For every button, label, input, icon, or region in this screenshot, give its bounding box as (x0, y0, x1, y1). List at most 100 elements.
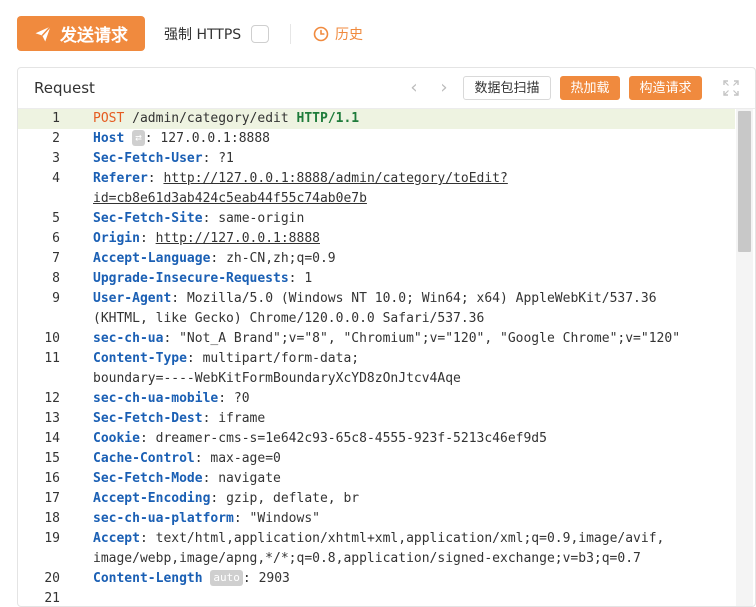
header-name: User-Agent (93, 291, 172, 306)
editor-line[interactable]: 12 sec-ch-ua-mobile: ?0 (18, 389, 735, 409)
editor-line[interactable]: 13 Sec-Fetch-Dest: iframe (18, 409, 735, 429)
line-number: 20 (44, 571, 60, 586)
header-name: Origin (93, 231, 140, 246)
editor-line[interactable]: 5 Sec-Fetch-Site: same-origin (18, 209, 735, 229)
header-value: 127.0.0.1:8888 (160, 131, 270, 146)
force-https-label: 强制 HTTPS (164, 27, 242, 43)
header-name: Accept-Language (93, 251, 211, 266)
header-badge: auto (210, 570, 243, 586)
editor-line[interactable]: 9 User-Agent: Mozilla/5.0 (Windows NT 10.… (18, 289, 735, 309)
line-content: Origin: http://127.0.0.1:8888 (93, 231, 320, 246)
editor-line[interactable]: 1 POST /admin/category/edit HTTP/1.1 (18, 109, 735, 129)
line-content: Referer: http://127.0.0.1:8888/admin/cat… (93, 171, 508, 186)
header-value: iframe (218, 411, 266, 426)
editor-line[interactable]: 7 Accept-Language: zh-CN,zh;q=0.9 (18, 249, 735, 269)
header-value: Mozilla/5.0 (Windows NT 10.0; Win64; x64… (186, 291, 657, 306)
editor-line[interactable]: 15 Cache-Control: max-age=0 (18, 449, 735, 469)
clock-icon (313, 26, 329, 42)
header-badge: ⇄ (132, 130, 145, 146)
header-name: Host (93, 131, 125, 146)
header-name: Cache-Control (93, 451, 195, 466)
line-content: Content-Type: multipart/form-data; (93, 351, 360, 366)
panel-title: Request (34, 79, 95, 97)
header-value: same-origin (218, 211, 305, 226)
editor-line[interactable]: 11 Content-Type: multipart/form-data; (18, 349, 735, 369)
line-number: 19 (44, 531, 60, 546)
line-number: 2 (52, 131, 60, 146)
header-value: http://127.0.0.1:8888 (155, 231, 320, 246)
editor-line[interactable]: 19 Accept: text/html,application/xhtml+xm… (18, 529, 735, 549)
hot-load-button[interactable]: 热加载 (560, 76, 620, 100)
editor-line[interactable]: 4 Referer: http://127.0.0.1:8888/admin/ca… (18, 169, 735, 189)
header-value: dreamer-cms-s=1e642c93-65c8-4555-923f-52… (155, 431, 547, 446)
line-number: 9 (52, 291, 60, 306)
header-name: Accept-Encoding (93, 491, 211, 506)
header-value-continued: image/webp,image/apng,*/*;q=0.8,applicat… (93, 551, 641, 566)
force-https-option[interactable]: 强制 HTTPS (164, 22, 270, 46)
header-name: Content-Length (93, 571, 203, 586)
header-name: Referer (93, 171, 148, 186)
header-value: ?0 (233, 391, 250, 406)
header-name: Sec-Fetch-Site (93, 211, 203, 226)
line-number: 6 (52, 231, 60, 246)
line-content: image/webp,image/apng,*/*;q=0.8,applicat… (93, 549, 735, 569)
editor-line[interactable]: image/webp,image/apng,*/*;q=0.8,applicat… (18, 549, 735, 569)
editor-scrollbar[interactable] (736, 109, 753, 606)
header-value-continued: id=cb8e61d3ab424c5eab44f55c74ab0e7b (93, 191, 367, 206)
header-value: "Windows" (249, 511, 320, 526)
editor-line[interactable]: 18 sec-ch-ua-platform: "Windows" (18, 509, 735, 529)
header-value: zh-CN,zh;q=0.9 (226, 251, 336, 266)
editor-line[interactable]: 14 Cookie: dreamer-cms-s=1e642c93-65c8-45… (18, 429, 735, 449)
header-name: Accept (93, 531, 140, 546)
send-request-button[interactable]: 发送请求 (17, 16, 145, 51)
editor-line[interactable]: 21 (18, 589, 735, 606)
header-value: "Not_A Brand";v="8", "Chromium";v="120",… (179, 331, 681, 346)
http-method: POST (93, 111, 125, 126)
header-name: Cookie (93, 431, 140, 446)
line-number: 1 (52, 111, 60, 126)
editor-line[interactable]: 6 Origin: http://127.0.0.1:8888 (18, 229, 735, 249)
editor-line[interactable]: id=cb8e61d3ab424c5eab44f55c74ab0e7b (18, 189, 735, 209)
editor-line[interactable]: 10 sec-ch-ua: "Not_A Brand";v="8", "Chrom… (18, 329, 735, 349)
history-button[interactable]: 历史 (313, 22, 363, 46)
toolbar-divider (290, 24, 291, 44)
line-content: sec-ch-ua-mobile: ?0 (93, 391, 250, 406)
header-name: sec-ch-ua-mobile (93, 391, 219, 406)
request-panel-header: Request ‹ › 数据包扫描 热加载 构造请求 (18, 68, 755, 109)
editor-line[interactable]: (KHTML, like Gecko) Chrome/120.0.0.0 Saf… (18, 309, 735, 329)
line-number: 14 (44, 431, 60, 446)
line-content: Cookie: dreamer-cms-s=1e642c93-65c8-4555… (93, 431, 547, 446)
editor-line[interactable]: 16 Sec-Fetch-Mode: navigate (18, 469, 735, 489)
editor-line[interactable]: 20 Content-Length auto: 2903 (18, 569, 735, 589)
scrollbar-thumb[interactable] (738, 111, 751, 252)
packet-scan-button[interactable]: 数据包扫描 (463, 76, 551, 100)
line-content: id=cb8e61d3ab424c5eab44f55c74ab0e7b (93, 189, 735, 209)
line-content: Sec-Fetch-User: ?1 (93, 151, 234, 166)
line-content: Accept-Language: zh-CN,zh;q=0.9 (93, 251, 336, 266)
line-content: sec-ch-ua: "Not_A Brand";v="8", "Chromiu… (93, 331, 681, 346)
chevron-right-icon[interactable]: › (436, 79, 452, 97)
editor-line[interactable]: boundary=----WebKitFormBoundaryXcYD8zOnJ… (18, 369, 735, 389)
line-number: 17 (44, 491, 60, 506)
history-label: 历史 (335, 27, 363, 43)
chevron-left-icon[interactable]: ‹ (406, 79, 422, 97)
line-content: (KHTML, like Gecko) Chrome/120.0.0.0 Saf… (93, 309, 735, 329)
editor-line[interactable]: 3 Sec-Fetch-User: ?1 (18, 149, 735, 169)
editor-line[interactable]: 17 Accept-Encoding: gzip, deflate, br (18, 489, 735, 509)
editor-line[interactable]: 2 Host ⇄: 127.0.0.1:8888 (18, 129, 735, 149)
line-number: 3 (52, 151, 60, 166)
header-value-continued: boundary=----WebKitFormBoundaryXcYD8zOnJ… (93, 371, 461, 386)
request-editor[interactable]: 1 POST /admin/category/edit HTTP/1.1 2 Host… (18, 109, 755, 606)
build-request-button[interactable]: 构造请求 (629, 76, 702, 100)
header-name: Sec-Fetch-Mode (93, 471, 203, 486)
request-path: /admin/category/edit (132, 111, 289, 126)
expand-icon[interactable] (723, 80, 739, 96)
line-number: 10 (44, 331, 60, 346)
force-https-checkbox[interactable] (251, 25, 270, 43)
send-request-label: 发送请求 (60, 26, 128, 46)
header-value: max-age=0 (210, 451, 281, 466)
header-value-continued: (KHTML, like Gecko) Chrome/120.0.0.0 Saf… (93, 311, 485, 326)
editor-line[interactable]: 8 Upgrade-Insecure-Requests: 1 (18, 269, 735, 289)
header-name: Sec-Fetch-User (93, 151, 203, 166)
line-content: sec-ch-ua-platform: "Windows" (93, 511, 320, 526)
